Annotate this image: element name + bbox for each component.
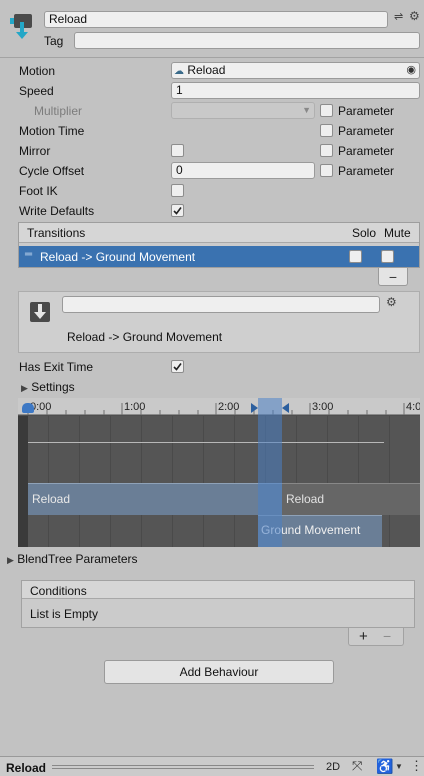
motion-field[interactable]: ☁ Reload ◉ xyxy=(171,62,420,79)
settings-foldout-label: Settings xyxy=(31,380,75,394)
settings-gear-icon[interactable]: ⚙ xyxy=(409,9,420,23)
cycle-offset-parameter-checkbox[interactable] xyxy=(320,164,333,177)
avatar-figure-icon[interactable]: ♿ xyxy=(376,758,393,775)
mirror-checkbox[interactable] xyxy=(171,144,184,157)
checkmark-icon xyxy=(173,363,182,371)
conditions-header: Conditions xyxy=(22,581,414,599)
conditions-panel: Conditions List is Empty xyxy=(21,580,415,628)
source-state-bar[interactable]: Reload xyxy=(28,483,282,515)
transition-end-marker[interactable] xyxy=(282,403,289,413)
timeline-ruler[interactable]: 0:00 1:00 2:00 3:00 4:0 xyxy=(18,398,420,415)
motion-value: Reload xyxy=(187,63,226,77)
playhead-handle[interactable] xyxy=(22,403,34,413)
menu-icon[interactable]: ⋮ xyxy=(410,758,423,774)
transition-start-marker[interactable] xyxy=(251,403,258,413)
preview-title: Reload xyxy=(6,761,47,775)
remove-transition-button[interactable]: − xyxy=(378,268,408,286)
transition-name-field[interactable] xyxy=(62,296,380,313)
solo-header: Solo xyxy=(352,226,377,240)
mirror-label: Mirror xyxy=(19,144,51,158)
mode-2d-button[interactable]: 2D xyxy=(326,761,340,773)
add-behaviour-button[interactable]: Add Behaviour xyxy=(104,660,334,684)
foot-ik-checkbox[interactable] xyxy=(171,184,184,197)
tick-label: 1:00 xyxy=(124,401,146,413)
write-defaults-checkbox[interactable] xyxy=(171,204,184,217)
has-exit-time-label: Has Exit Time xyxy=(19,360,94,374)
preview-toolbar: Reload 2D ⤧ ♿ ▼ ⋮ xyxy=(0,756,424,776)
header-divider xyxy=(0,57,424,58)
triangle-right-icon: ▶ xyxy=(21,383,28,393)
foot-ik-label: Foot IK xyxy=(19,184,58,198)
transition-row-label: Reload -> Ground Movement xyxy=(40,250,196,264)
timeline-strip-left xyxy=(18,416,28,547)
transitions-panel: Transitions Solo Mute ═ Reload -> Ground… xyxy=(18,222,420,268)
drag-handle-icon[interactable]: ═ xyxy=(25,249,32,260)
transition-settings-gear-icon[interactable]: ⚙ xyxy=(386,295,397,309)
cycle-offset-field[interactable]: 0 xyxy=(171,162,315,179)
settings-foldout[interactable]: ▶ Settings xyxy=(21,380,75,394)
has-exit-time-checkbox[interactable] xyxy=(171,360,184,373)
transitions-title: Transitions xyxy=(27,226,86,240)
conditions-empty-text: List is Empty xyxy=(30,607,99,621)
multiplier-label: Multiplier xyxy=(34,104,83,118)
multiplier-dropdown[interactable]: ▼ xyxy=(171,102,315,119)
source-state-label: Reload xyxy=(32,492,71,506)
timeline-curve xyxy=(28,442,384,443)
transition-solo-checkbox[interactable] xyxy=(349,250,362,263)
conditions-title: Conditions xyxy=(30,584,87,598)
state-icon xyxy=(8,12,36,40)
transition-icon xyxy=(27,299,53,325)
chevron-down-icon[interactable]: ▼ xyxy=(395,762,403,771)
preset-icon[interactable]: ⇌ xyxy=(394,10,406,23)
transition-title: Reload -> Ground Movement xyxy=(67,330,223,344)
preview-resize-handle[interactable] xyxy=(52,765,314,769)
motion-time-label: Motion Time xyxy=(19,124,85,138)
transition-timeline[interactable]: 0:00 1:00 2:00 3:00 4:0 Reload Reload Gr… xyxy=(18,398,420,547)
source-state-repeat-bar: Reload xyxy=(282,483,420,515)
transition-detail-panel: ⚙ Reload -> Ground Movement xyxy=(18,291,420,353)
source-state-repeat-label: Reload xyxy=(286,492,325,506)
transitions-header: Transitions Solo Mute xyxy=(19,223,419,243)
state-name-field[interactable]: Reload xyxy=(44,11,388,28)
pivot-icon[interactable]: ⤧ xyxy=(352,758,362,774)
blendtree-foldout[interactable]: ▶ BlendTree Parameters xyxy=(7,552,138,566)
motion-time-parameter-label: Parameter xyxy=(338,124,395,138)
tag-field[interactable] xyxy=(74,32,420,49)
remove-condition-button[interactable]: − xyxy=(383,628,391,644)
speed-field[interactable]: 1 xyxy=(171,82,420,99)
chevron-down-icon: ▼ xyxy=(302,105,311,115)
speed-label: Speed xyxy=(19,84,54,98)
motion-time-parameter-checkbox[interactable] xyxy=(320,124,333,137)
transition-overlap-region[interactable] xyxy=(258,398,282,547)
cycle-offset-label: Cycle Offset xyxy=(19,164,85,178)
tick-label: 3:00 xyxy=(312,401,334,413)
triangle-right-icon: ▶ xyxy=(7,555,14,565)
mirror-parameter-checkbox[interactable] xyxy=(320,144,333,157)
mute-header: Mute xyxy=(384,226,411,240)
conditions-footer: + − xyxy=(348,628,404,646)
motion-label: Motion xyxy=(19,64,56,78)
transition-mute-checkbox[interactable] xyxy=(381,250,394,263)
cycle-offset-parameter-label: Parameter xyxy=(338,164,395,178)
tag-label: Tag xyxy=(44,34,64,48)
transition-row[interactable]: ═ Reload -> Ground Movement xyxy=(19,246,419,267)
tick-label: 4:0 xyxy=(406,401,420,413)
blendtree-label: BlendTree Parameters xyxy=(17,552,138,566)
checkmark-icon xyxy=(173,207,182,215)
animation-clip-icon: ☁ xyxy=(174,66,184,77)
mirror-parameter-label: Parameter xyxy=(338,144,395,158)
object-picker-icon[interactable]: ◉ xyxy=(406,63,416,78)
multiplier-parameter-checkbox[interactable] xyxy=(320,104,333,117)
add-condition-button[interactable]: + xyxy=(359,628,368,645)
tick-label: 2:00 xyxy=(218,401,240,413)
multiplier-parameter-label: Parameter xyxy=(338,104,395,118)
write-defaults-label: Write Defaults xyxy=(19,204,95,218)
